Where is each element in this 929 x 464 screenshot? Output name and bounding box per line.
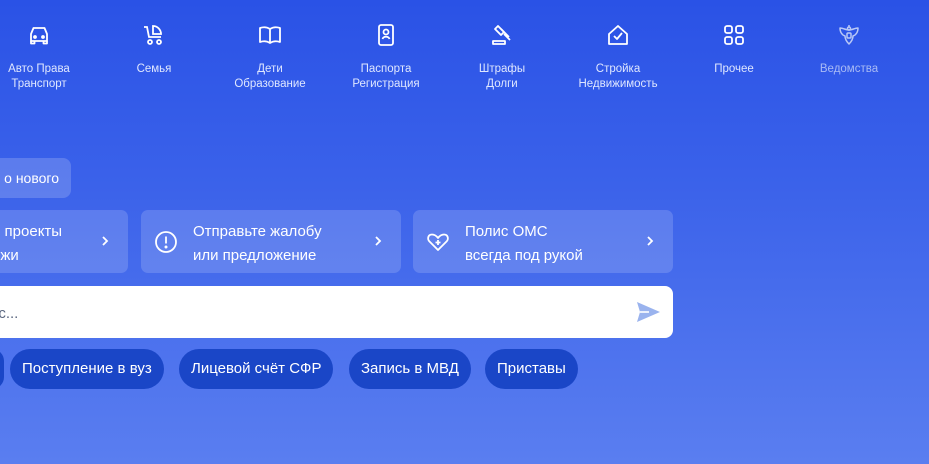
send-icon[interactable] [635,299,661,325]
promo-button[interactable]: о нового [0,158,71,198]
quick-chip-partial[interactable] [0,349,4,389]
category-label-line1: Паспорта [360,63,412,75]
card-line2: или предложение [193,247,317,264]
category-construction[interactable]: Стройка Недвижимость [563,22,673,92]
quick-chip[interactable]: Запись в МВД [349,349,471,389]
category-other[interactable]: Прочее [679,22,789,77]
quick-chip[interactable]: Лицевой счёт СФР [179,349,334,389]
heart-plus-icon [427,233,449,251]
quick-chip[interactable]: Приставы [485,349,578,389]
category-label-line2: Регистрация [352,78,420,90]
card-line2: ёжи [0,247,19,264]
category-fines[interactable]: Штрафы Долги [447,22,557,92]
chevron-right-icon [647,236,654,246]
category-label-line1: Дети [257,63,283,75]
card-line1: и проекты [0,223,63,240]
category-passports[interactable]: Паспорта Регистрация [331,22,441,92]
coat-of-arms-icon [839,25,859,45]
category-label-line1: Авто Права [8,63,70,75]
promo-label: о нового [4,170,59,186]
card-line1: Отправьте жалобу [193,223,322,240]
grid-icon [724,25,744,45]
category-label-line2: Транспорт [11,78,67,90]
chevron-right-icon [102,236,109,246]
category-label-line2: Недвижимость [578,78,658,90]
category-auto[interactable]: Авто Права Транспорт [0,22,94,92]
category-label-line1: Штрафы [478,63,526,75]
complaint-card[interactable]: Отправьте жалобу или предложение [141,210,401,273]
book-icon [259,26,281,44]
passport-icon [378,24,394,46]
chip-label: Поступление в вуз [22,360,152,377]
chip-label: Лицевой счёт СФР [191,360,322,377]
card-line1: Полис ОМС [465,223,548,240]
category-label-line2: Образование [234,78,306,90]
exclamation-circle-icon [155,231,177,253]
category-label-line1: Семья [136,63,172,75]
category-label-line1: Ведомства [819,63,879,75]
baby-stroller-icon [144,25,162,45]
search-input[interactable] [0,286,602,340]
category-label-line1: Стройка [595,63,641,75]
search-bar [0,286,673,340]
house-icon [608,25,628,45]
car-icon [30,27,48,45]
category-children[interactable]: Дети Образование [215,22,325,92]
chip-label: Запись в МВД [361,360,459,377]
projects-card[interactable]: и проекты ёжи [0,210,128,273]
category-label-line1: Прочее [714,63,754,75]
card-line2: всегда под рукой [465,247,583,264]
category-family[interactable]: Семья [99,22,209,77]
chip-label: Приставы [497,360,566,377]
gavel-icon [492,25,511,45]
category-departments[interactable]: Ведомства [794,22,904,77]
chevron-right-icon [375,236,382,246]
oms-policy-card[interactable]: Полис ОМС всегда под рукой [413,210,673,273]
quick-chip[interactable]: Поступление в вуз [10,349,164,389]
category-label-line2: Долги [486,78,518,90]
